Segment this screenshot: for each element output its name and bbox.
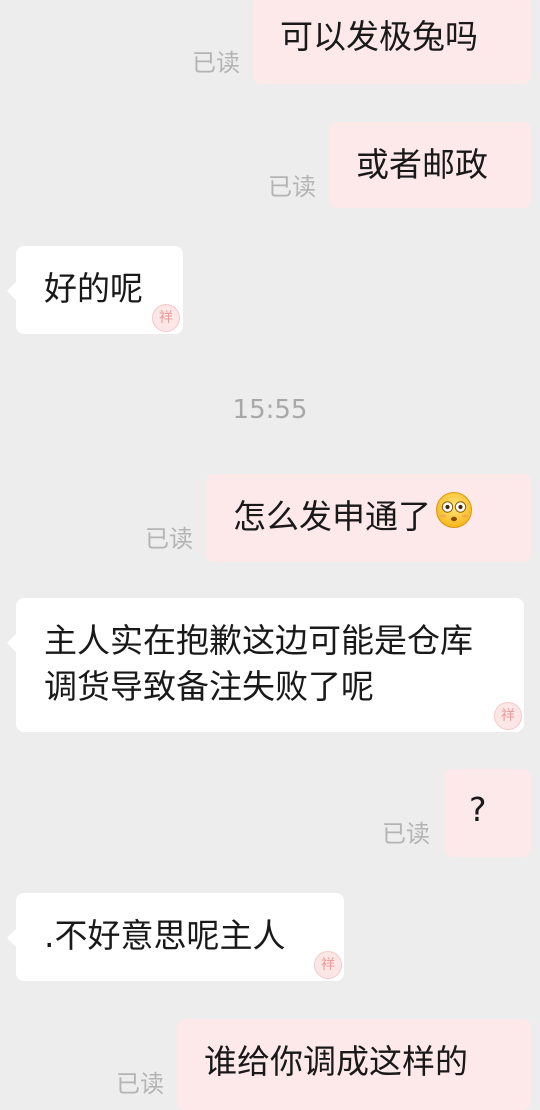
message-bubble-incoming[interactable]: 主人实在抱歉这边可能是仓库调货导致备注失败了呢 祥 <box>7 598 524 732</box>
message-bubble-outgoing[interactable]: ? <box>444 769 531 857</box>
seal-stamp-icon: 祥 <box>494 702 522 730</box>
message-bubble-outgoing[interactable]: 怎么发申通了 <box>206 474 531 562</box>
message-bubble-incoming[interactable]: 好的呢 祥 <box>7 246 183 334</box>
read-receipt: 已读 <box>382 820 430 848</box>
flushed-face-emoji-icon <box>435 491 473 541</box>
message-text: ? <box>469 790 487 829</box>
message-text: 或者邮政 <box>356 145 488 184</box>
read-receipt: 已读 <box>116 1070 164 1098</box>
message-text: 好的呢 <box>44 269 143 308</box>
message-bubble-outgoing[interactable]: 或者邮政 <box>329 122 531 208</box>
message-bubble-outgoing[interactable]: 谁给你调成这样的 <box>177 1019 531 1110</box>
chat-thread: 可以发极兔吗 已读 或者邮政 已读 好的呢 祥 15:55 怎么发申通了 已读 … <box>0 0 540 1110</box>
seal-stamp-icon: 祥 <box>314 951 342 979</box>
message-text: .不好意思呢主人 <box>44 916 286 955</box>
message-bubble-incoming[interactable]: .不好意思呢主人 祥 <box>7 893 344 981</box>
message-text: 主人实在抱歉这边可能是仓库调货导致备注失败了呢 <box>44 621 473 706</box>
message-text: 谁给你调成这样的 <box>204 1042 468 1081</box>
message-bubble-outgoing[interactable]: 可以发极兔吗 <box>253 0 531 84</box>
seal-stamp-icon: 祥 <box>152 304 180 332</box>
message-text: 可以发极兔吗 <box>280 17 478 56</box>
message-text: 怎么发申通了 <box>233 497 431 536</box>
read-receipt: 已读 <box>192 49 240 77</box>
read-receipt: 已读 <box>145 525 193 553</box>
message-timestamp: 15:55 <box>232 395 308 425</box>
read-receipt: 已读 <box>268 173 316 201</box>
